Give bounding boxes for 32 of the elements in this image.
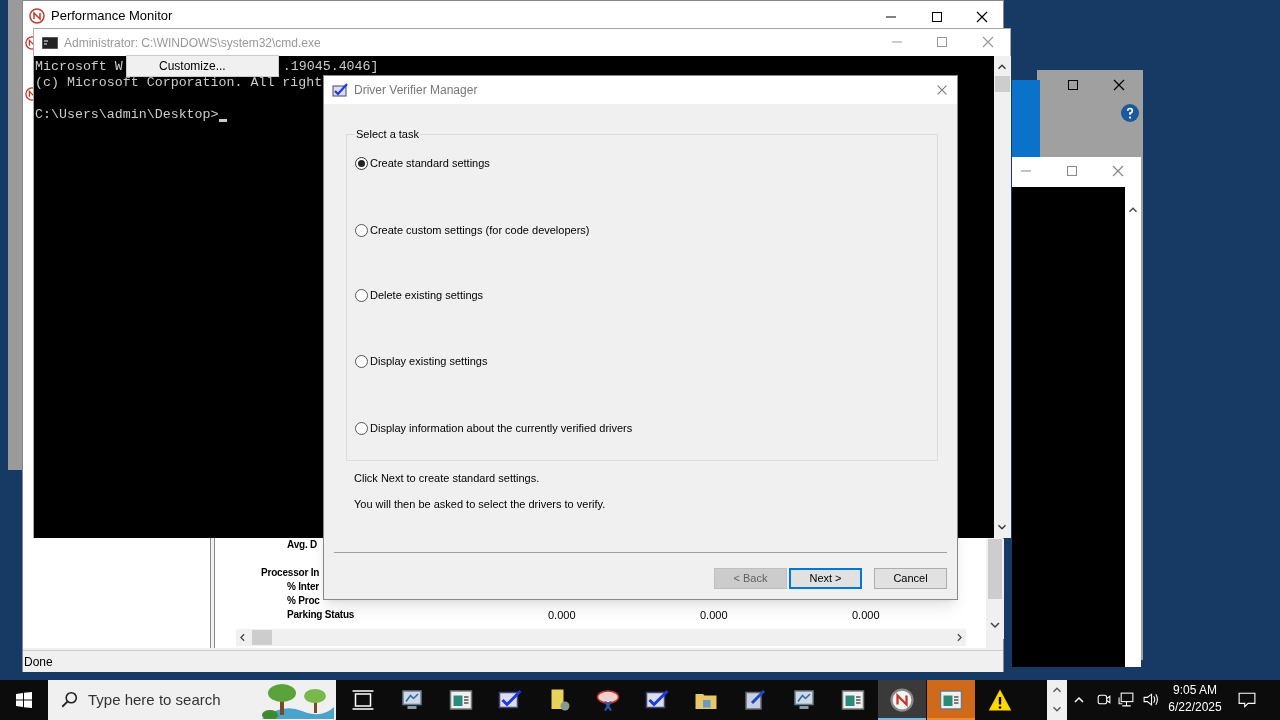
counter-label: % Inter [287,580,320,594]
counter-value: 0.000 [700,608,728,623]
radio-option[interactable]: Delete existing settings [355,288,484,302]
counter-label: % Proc [287,594,321,608]
console-line: .19045.4046] [282,59,379,75]
status-text: Done [24,653,53,671]
counter-label: Processor In [261,566,321,580]
dialog-button[interactable]: Next > [789,568,862,589]
info-text: Click Next to create standard settings. [354,471,540,485]
window-title: Administrator: C:\WINDOWS\system32\cmd.exe [64,34,321,52]
radio-option[interactable]: Display information about the currently verified drivers [355,421,633,435]
radio-option[interactable]: Create standard settings [355,156,490,170]
counter-label: Avg. D [287,538,319,552]
menu-item[interactable]: Customize... [127,57,278,75]
dialog-title: Driver Verifier Manager [354,82,478,99]
group-label: Select a task [355,127,420,141]
info-text: You will then be asked to select the drivers to verify. [354,497,606,511]
clock-time: 9:05 AM [1173,682,1217,699]
radio-option[interactable]: Display existing settings [355,354,488,368]
window-title: Performance Monitor [51,7,173,26]
search-box[interactable]: Type here to search [48,680,336,720]
console-line: Microsoft W [35,59,123,75]
clock-date: 6/22/2025 [1168,699,1222,716]
counter-value: 0.000 [852,608,880,623]
radio-option[interactable]: Create custom settings (for code developers) [355,223,590,237]
clock[interactable]: 9:05 AM 6/22/2025 [1165,682,1225,716]
console-line: C:\Users\admin\Desktop> [35,107,219,123]
dialog-button[interactable]: Cancel [874,568,947,589]
counter-label: Parking Status [287,608,356,622]
search-placeholder: Type here to search [88,689,221,710]
console-line: (c) Microsoft Corporation. All right [35,75,323,91]
counter-value: 0.000 [548,608,576,623]
